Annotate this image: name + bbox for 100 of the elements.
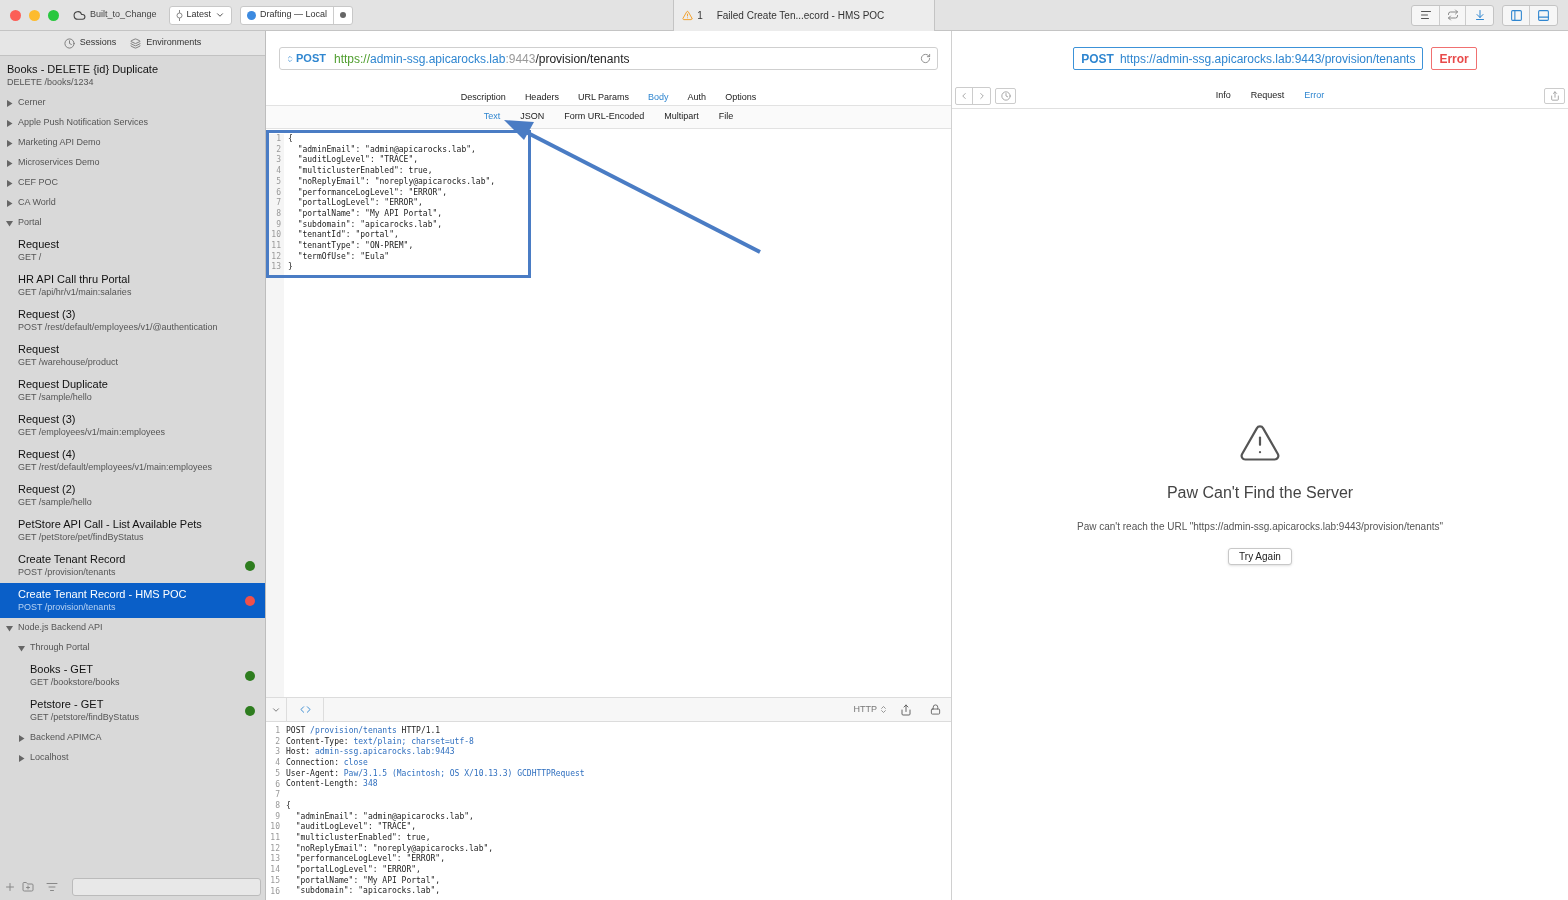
workspace-button[interactable]: Built_to_Change [73,8,157,22]
editor-tab[interactable]: URL Params [577,90,630,104]
code-line: "tenantType": "ON-PREM", [296,241,415,252]
editor-tab[interactable]: Description [460,90,506,104]
request-item[interactable]: Request (4) GET /rest/default/employees/v1/main:employees [0,443,265,478]
request-path: DELETE /books/1234 [7,76,95,89]
clock-icon [1000,91,1011,101]
format-dropdown[interactable]: HTTP [853,702,888,717]
line-number: 8 [274,800,280,812]
tree-group[interactable]: Marketing API Demo [0,133,265,153]
code-line: "portalName": "My API Portal", [296,208,444,220]
body-format-tab[interactable]: Text [483,110,501,124]
request-item[interactable]: Books - GET GET /bookstore/books [0,658,265,693]
request-item[interactable]: Request GET / [0,233,265,268]
line-number: 9 [274,811,280,822]
url-part: https:// [333,50,370,68]
line-number: 3 [275,155,281,166]
url-part: /provision/tenants [535,50,630,68]
url-part: admin-ssg.apicarocks.lab [370,50,506,68]
new-folder-icon[interactable] [22,881,34,893]
response-tab[interactable]: Info [1215,89,1231,103]
tree-group[interactable]: Node.js Backend API [0,618,265,638]
tree-group[interactable]: Apple Push Notification Services [0,113,265,133]
request-name: Request [18,342,60,356]
minimize-window-button[interactable] [29,9,40,21]
request-name: Request Duplicate [18,377,109,391]
tree-group[interactable]: Localhost [0,748,265,768]
zoom-window-button[interactable] [48,9,59,21]
lock-icon[interactable] [930,704,941,715]
request-item[interactable]: Request (3) GET /employees/v1/main:employees [0,408,265,443]
request-item[interactable]: Petstore - GET GET /petstore/findByStatus [0,693,265,728]
request-item[interactable]: Request (3) POST /rest/default/employees/v1/@authentication [0,303,265,338]
code-view-button[interactable] [286,698,324,721]
body-format-tab[interactable]: Form URL-Encoded [564,110,645,124]
filter-field[interactable] [72,878,261,896]
body-format-tab[interactable]: JSON [520,110,545,124]
editor-tab[interactable]: Headers [524,90,559,104]
request-item[interactable]: PetStore API Call - List Available Pets GET /petStore/pet/findByStatus [0,513,265,548]
tree-group[interactable]: Microservices Demo [0,153,265,173]
request-item[interactable]: Request (2) GET /sample/hello [0,478,265,513]
response-tab[interactable]: Request [1250,89,1285,103]
editor-tab[interactable]: Auth [687,90,707,104]
code-line: User-Agent: Paw/3.1.5 (Macintosh; OS X/10.13.3) GCDHTTPRequest [286,768,585,779]
code-line: "subdomain": "apicarocks.lab", [296,219,444,230]
sidebar-tab[interactable]: Sessions [63,36,117,50]
code-line: Connection: close [286,758,369,769]
code-line: "auditLogLevel": "TRACE", [296,155,420,166]
request-item[interactable]: Request Duplicate GET /sample/hello [0,373,265,408]
sort-icon[interactable] [46,881,58,893]
tree-group[interactable]: Backend APIMCA [0,728,265,748]
body-format-tab[interactable]: Multipart [664,110,699,124]
history-button[interactable] [995,88,1016,104]
method-selector[interactable]: POST [286,50,326,67]
editor-tab[interactable]: Options [725,90,757,104]
code-line: "noReplyEmail": "noreply@apicarocks.lab", [296,176,496,188]
try-again-button[interactable]: Try Again [1228,548,1292,565]
close-window-button[interactable] [10,9,21,21]
request-name: Books - GET [30,662,94,676]
share-icon[interactable] [900,703,912,716]
code-line: Content-Length: 348 [286,779,379,791]
request-item[interactable]: HR API Call thru Portal GET /api/hr/v1/main:salaries [0,268,265,303]
warning-count: 1 [697,8,703,23]
expanded-triangle-icon [6,624,13,632]
tree-group[interactable]: Cerner [0,93,265,113]
request-path: POST /provision/tenants [18,566,117,579]
request-item[interactable]: Create Tenant Record - HMS POC POST /provision/tenants [0,583,265,618]
url-part: :9443 [505,50,536,68]
response-tab[interactable]: Error [1304,89,1325,103]
tree-group[interactable]: CEF POC [0,173,265,193]
request-item[interactable]: Books - DELETE {id} Duplicate DELETE /books/1234 [0,58,265,93]
code-line: "noReplyEmail": "noreply@apicarocks.lab", [294,843,495,854]
tree-group[interactable]: Portal [0,213,265,233]
warning-icon [682,9,694,21]
tree-group[interactable]: Through Portal [0,638,265,658]
editor-tab[interactable]: Body [648,90,669,104]
add-icon[interactable] [4,881,16,893]
code-line: Content-Type: text/plain; charset=utf-8 [286,736,475,747]
line-number: 14 [269,865,280,876]
request-name: Petstore - GET [30,697,105,711]
request-item[interactable]: Create Tenant Record POST /provision/tenants [0,548,265,583]
code-line: "adminEmail": "admin@apicarocks.lab", [294,811,475,822]
sync-control[interactable]: Drafting — Local [240,5,354,25]
reload-icon[interactable] [920,53,931,64]
error-status-badge: Error [1431,47,1477,70]
sidebar-tab[interactable]: Environments [130,36,202,50]
request-name: Create Tenant Record - HMS POC [18,587,188,601]
url-field[interactable]: POST https://admin-ssg.apicarocks.lab:9443/provision/tenants [279,47,938,70]
code-line: Host: admin-ssg.apicarocks.lab:9443 [286,747,456,758]
request-name: Request (2) [18,482,77,496]
share-button[interactable] [1544,88,1565,104]
request-item[interactable]: Request GET /warehouse/product [0,338,265,373]
body-format-tab[interactable]: File [718,110,734,124]
layers-icon [130,37,142,49]
code-line: "portalName": "My API Portal", [294,875,442,886]
version-dropdown[interactable]: Latest [168,5,233,25]
line-number: 2 [275,144,281,155]
document-tab[interactable]: 1 Failed Create Ten...ecord - HMS POC [673,0,936,31]
tree-group[interactable]: CA World [0,193,265,213]
error-title: Paw Can't Find the Server [1166,483,1354,503]
left-panel-icon [1509,8,1523,22]
